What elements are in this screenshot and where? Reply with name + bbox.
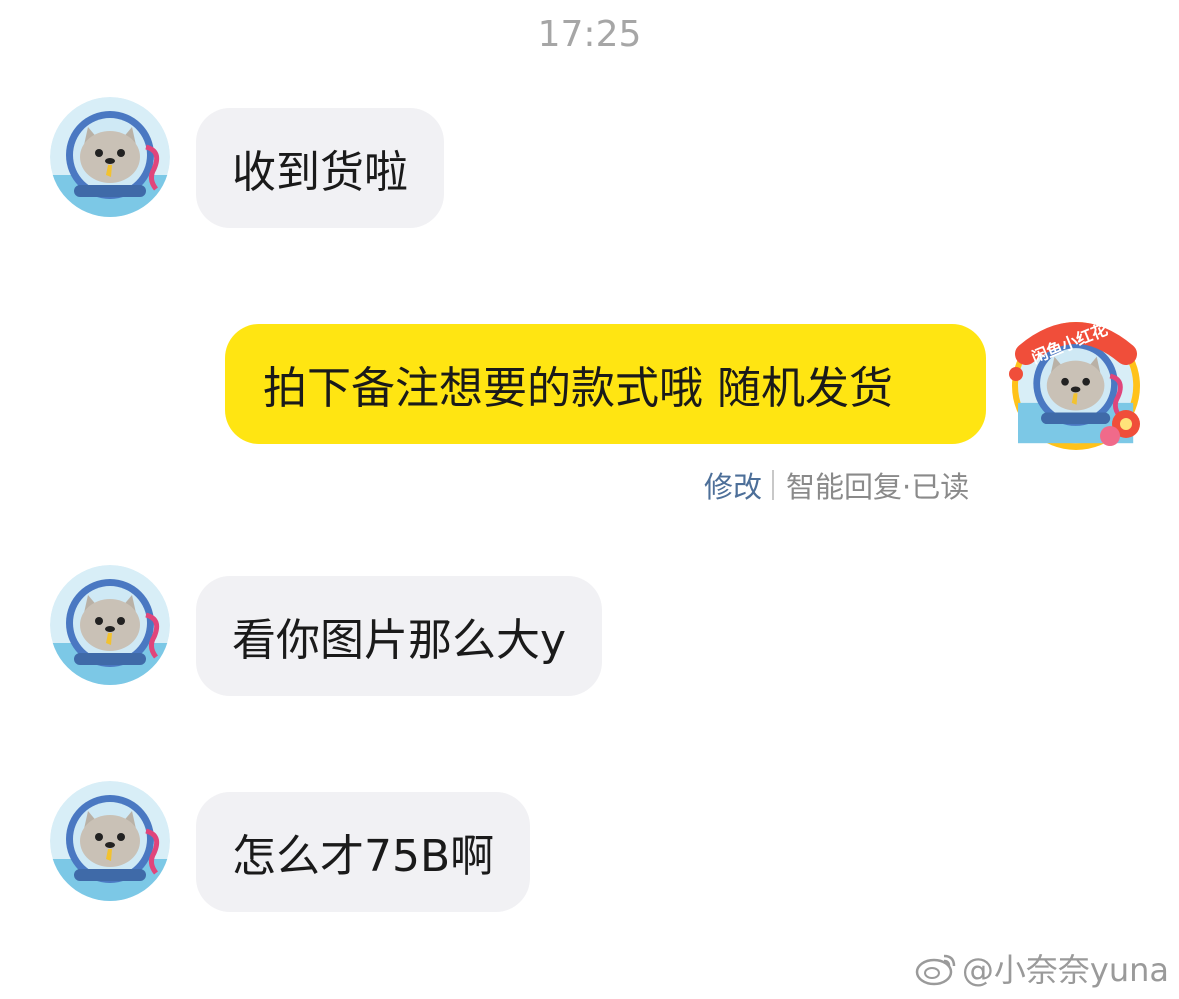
watermark-handle: @小奈奈yuna [961,951,1169,989]
watermark: @小奈奈yuna [914,945,1169,991]
message-text: 怎么才75B啊 [232,831,495,882]
edit-link[interactable]: 修改 [704,464,762,506]
message-bubble-incoming[interactable]: 看你图片那么大y [196,576,603,696]
contact-avatar[interactable] [50,97,170,217]
message-text: 收到货啦 [232,147,408,198]
message-text: 看你图片那么大y [232,615,567,666]
message-text: 拍下备注想要的款式哦 随机发货 [263,363,893,414]
message-timestamp: 17:25 [537,14,642,55]
message-bubble-incoming[interactable]: 怎么才75B啊 [196,792,531,912]
contact-avatar[interactable] [50,565,170,685]
message-bubble-outgoing[interactable]: 拍下备注想要的款式哦 随机发货 [225,324,986,444]
contact-avatar[interactable] [50,781,170,901]
read-status: 智能回复·已读 [786,470,970,504]
message-status: 修改 智能回复·已读 [704,464,969,506]
status-divider [772,470,775,500]
weibo-icon [915,954,956,986]
message-bubble-incoming[interactable]: 收到货啦 [196,108,444,228]
